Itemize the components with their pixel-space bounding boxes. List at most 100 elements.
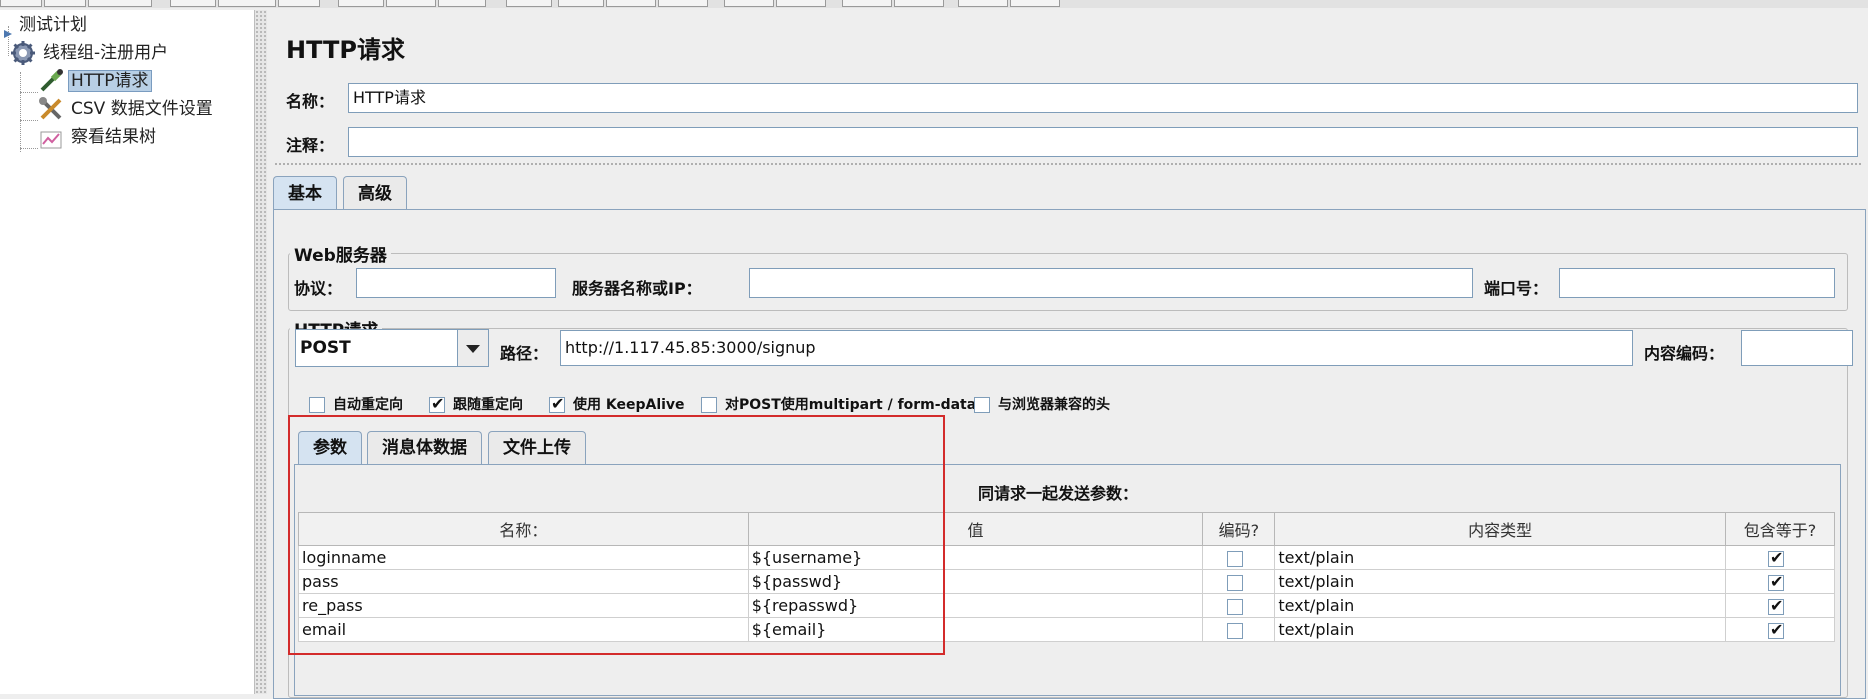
param-content-type[interactable]: text/plain (1274, 593, 1727, 618)
tree-node-result-tree[interactable]: 察看结果树 (38, 124, 159, 150)
tree-label: CSV 数据文件设置 (71, 99, 213, 119)
wrench-icon (39, 97, 62, 120)
encode-checkbox[interactable] (1226, 550, 1243, 567)
tree-line (20, 72, 21, 152)
gear-icon (11, 41, 35, 65)
encoding-field[interactable] (1741, 330, 1853, 366)
include-equals-checkbox[interactable] (1768, 572, 1785, 591)
chevron-down-icon[interactable] (457, 330, 488, 366)
toolbar-button[interactable] (44, 0, 86, 7)
split-divider[interactable] (274, 162, 1862, 167)
server-label: 服务器名称或IP： (572, 279, 702, 298)
tree-label: 察看结果树 (71, 127, 156, 147)
include-equals-checkbox[interactable] (1768, 548, 1785, 567)
toolbar-button[interactable] (1010, 0, 1060, 7)
tree-node-http-request[interactable]: HTTP请求 (38, 68, 152, 94)
checkbox[interactable] (549, 394, 565, 414)
method-value: POST (300, 338, 351, 358)
option-label: 自动重定向 (333, 397, 403, 413)
highlight-box (288, 415, 945, 655)
include-equals-cell (1725, 545, 1835, 570)
tree-node-thread-group[interactable]: 线程组-注册用户 (10, 40, 171, 66)
tree-node-test-plan[interactable]: 测试计划 (2, 12, 90, 38)
option-follow-redirect[interactable]: 跟随重定向 (429, 394, 523, 415)
option-multipart[interactable]: 对POST使用multipart / form-data (701, 395, 976, 415)
option-label: 对POST使用multipart / form-data (725, 397, 977, 413)
encoding-label: 内容编码： (1644, 344, 1725, 363)
toolbar-button[interactable] (218, 0, 276, 7)
param-content-type[interactable]: text/plain (1274, 569, 1727, 594)
test-plan-icon (4, 30, 12, 38)
chart-icon (40, 131, 62, 149)
encode-checkbox[interactable] (1226, 574, 1243, 591)
checkbox[interactable] (429, 394, 445, 414)
encode-cell (1202, 593, 1276, 618)
toolbar-button[interactable] (0, 0, 42, 7)
tab-basic[interactable]: 基本 (273, 176, 337, 210)
checkbox[interactable] (309, 397, 325, 413)
toolbar-button[interactable] (842, 0, 892, 7)
toolbar-button[interactable] (724, 0, 774, 7)
toolbar-button[interactable] (88, 0, 152, 7)
method-select[interactable]: POST (295, 329, 489, 367)
option-label: 跟随重定向 (453, 397, 523, 413)
comment-field[interactable] (348, 127, 1858, 157)
toolbar-button[interactable] (386, 0, 436, 7)
splitter-handle[interactable] (255, 10, 267, 694)
param-content-type[interactable]: text/plain (1274, 545, 1727, 570)
comment-label: 注释： (286, 136, 335, 155)
column-header-include-equals[interactable]: 包含等于? (1725, 512, 1835, 546)
tree-label: 线程组-注册用户 (43, 43, 169, 63)
include-equals-checkbox[interactable] (1768, 596, 1785, 615)
include-equals-cell (1725, 617, 1835, 642)
toolbar-button[interactable] (438, 0, 486, 7)
checkbox[interactable] (701, 397, 717, 413)
protocol-field[interactable] (356, 268, 556, 298)
tree-line (20, 148, 38, 149)
toolbar-strip (0, 0, 1868, 8)
encode-checkbox[interactable] (1226, 598, 1243, 615)
toolbar-button[interactable] (658, 0, 708, 7)
tree-node-csv[interactable]: CSV 数据文件设置 (38, 96, 216, 122)
pipette-icon (40, 69, 63, 92)
name-field[interactable]: HTTP请求 (348, 83, 1858, 113)
protocol-label: 协议： (294, 279, 343, 298)
encode-checkbox[interactable] (1226, 622, 1243, 639)
toolbar-button[interactable] (958, 0, 1008, 7)
tree-line (20, 120, 38, 121)
toolbar-button[interactable] (894, 0, 944, 7)
path-field[interactable]: http://1.117.45.85:3000/signup (560, 330, 1633, 366)
option-label: 与浏览器兼容的头 (998, 397, 1110, 413)
include-equals-cell (1725, 569, 1835, 594)
port-label: 端口号： (1484, 279, 1549, 298)
checkbox[interactable] (974, 397, 990, 413)
column-header-encode[interactable]: 编码? (1202, 512, 1276, 546)
path-label: 路径： (500, 344, 549, 363)
toolbar-button[interactable] (558, 0, 604, 7)
tree-label: HTTP请求 (68, 70, 152, 92)
toolbar-button[interactable] (338, 0, 384, 7)
toolbar-button[interactable] (278, 0, 320, 7)
toolbar-button[interactable] (170, 0, 216, 7)
option-keepalive[interactable]: 使用 KeepAlive (549, 394, 685, 415)
params-caption: 同请求一起发送参数： (978, 484, 1139, 503)
tree-line (20, 92, 38, 93)
toolbar-button[interactable] (776, 0, 826, 7)
encode-cell (1202, 569, 1276, 594)
column-header-content-type[interactable]: 内容类型 (1274, 512, 1727, 546)
option-browser-headers[interactable]: 与浏览器兼容的头 (974, 395, 1110, 415)
toolbar-button[interactable] (506, 0, 552, 7)
param-content-type[interactable]: text/plain (1274, 617, 1727, 642)
option-auto-redirect[interactable]: 自动重定向 (309, 395, 403, 415)
name-label: 名称： (286, 92, 335, 111)
web-server-title: Web服务器 (290, 241, 391, 266)
toolbar-button[interactable] (606, 0, 656, 7)
include-equals-checkbox[interactable] (1768, 620, 1785, 639)
port-field[interactable] (1559, 268, 1835, 298)
include-equals-cell (1725, 593, 1835, 618)
tab-advanced[interactable]: 高级 (343, 176, 407, 210)
encode-cell (1202, 545, 1276, 570)
test-plan-tree: 测试计划 线程组-注册用户 HTTP请求 CSV 数据文件设置 察看结果树 (0, 10, 255, 694)
server-field[interactable] (749, 268, 1473, 298)
encode-cell (1202, 617, 1276, 642)
